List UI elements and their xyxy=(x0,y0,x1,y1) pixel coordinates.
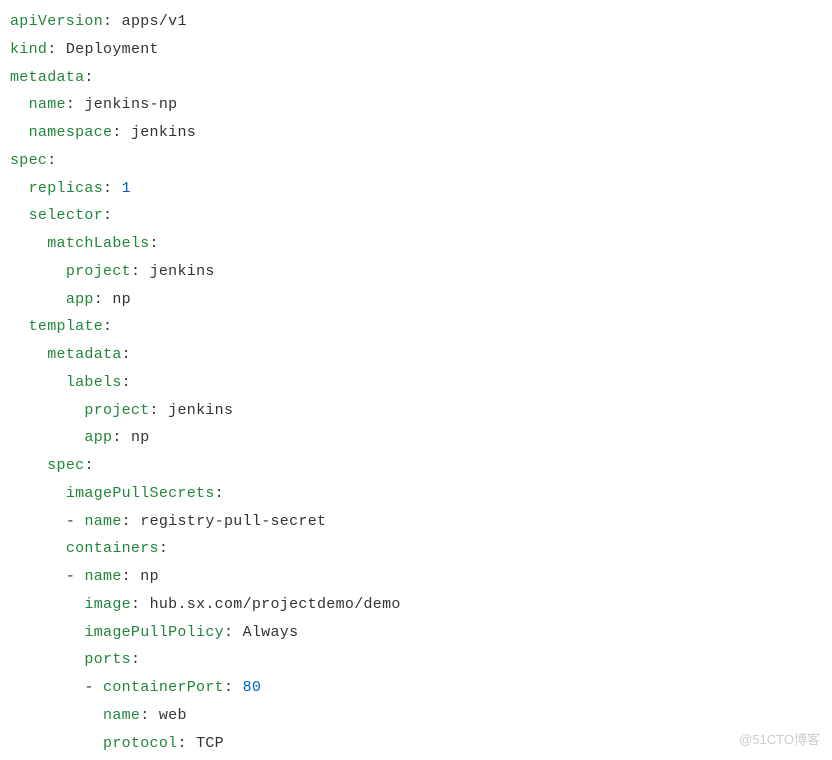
code-line: protocol: TCP xyxy=(10,730,822,758)
code-line: labels: xyxy=(10,369,822,397)
watermark: @51CTO博客 xyxy=(739,728,820,752)
code-line: spec: xyxy=(10,147,822,175)
code-line: namespace: jenkins xyxy=(10,119,822,147)
code-line: - name: np xyxy=(10,563,822,591)
code-line: apiVersion: apps/v1 xyxy=(10,8,822,36)
code-line: spec: xyxy=(10,452,822,480)
code-line: image: hub.sx.com/projectdemo/demo xyxy=(10,591,822,619)
code-line: kind: Deployment xyxy=(10,36,822,64)
code-line: metadata: xyxy=(10,64,822,92)
code-line: - containerPort: 80 xyxy=(10,674,822,702)
code-line: project: jenkins xyxy=(10,258,822,286)
yaml-code-block: apiVersion: apps/v1kind: Deploymentmetad… xyxy=(10,8,822,757)
code-line: name: jenkins-np xyxy=(10,91,822,119)
code-line: template: xyxy=(10,313,822,341)
code-line: replicas: 1 xyxy=(10,175,822,203)
code-line: selector: xyxy=(10,202,822,230)
code-line: app: np xyxy=(10,286,822,314)
code-line: matchLabels: xyxy=(10,230,822,258)
code-line: - name: registry-pull-secret xyxy=(10,508,822,536)
code-line: containers: xyxy=(10,535,822,563)
code-line: name: web xyxy=(10,702,822,730)
code-line: app: np xyxy=(10,424,822,452)
code-line: imagePullSecrets: xyxy=(10,480,822,508)
code-line: imagePullPolicy: Always xyxy=(10,619,822,647)
code-line: metadata: xyxy=(10,341,822,369)
code-line: project: jenkins xyxy=(10,397,822,425)
code-line: ports: xyxy=(10,646,822,674)
